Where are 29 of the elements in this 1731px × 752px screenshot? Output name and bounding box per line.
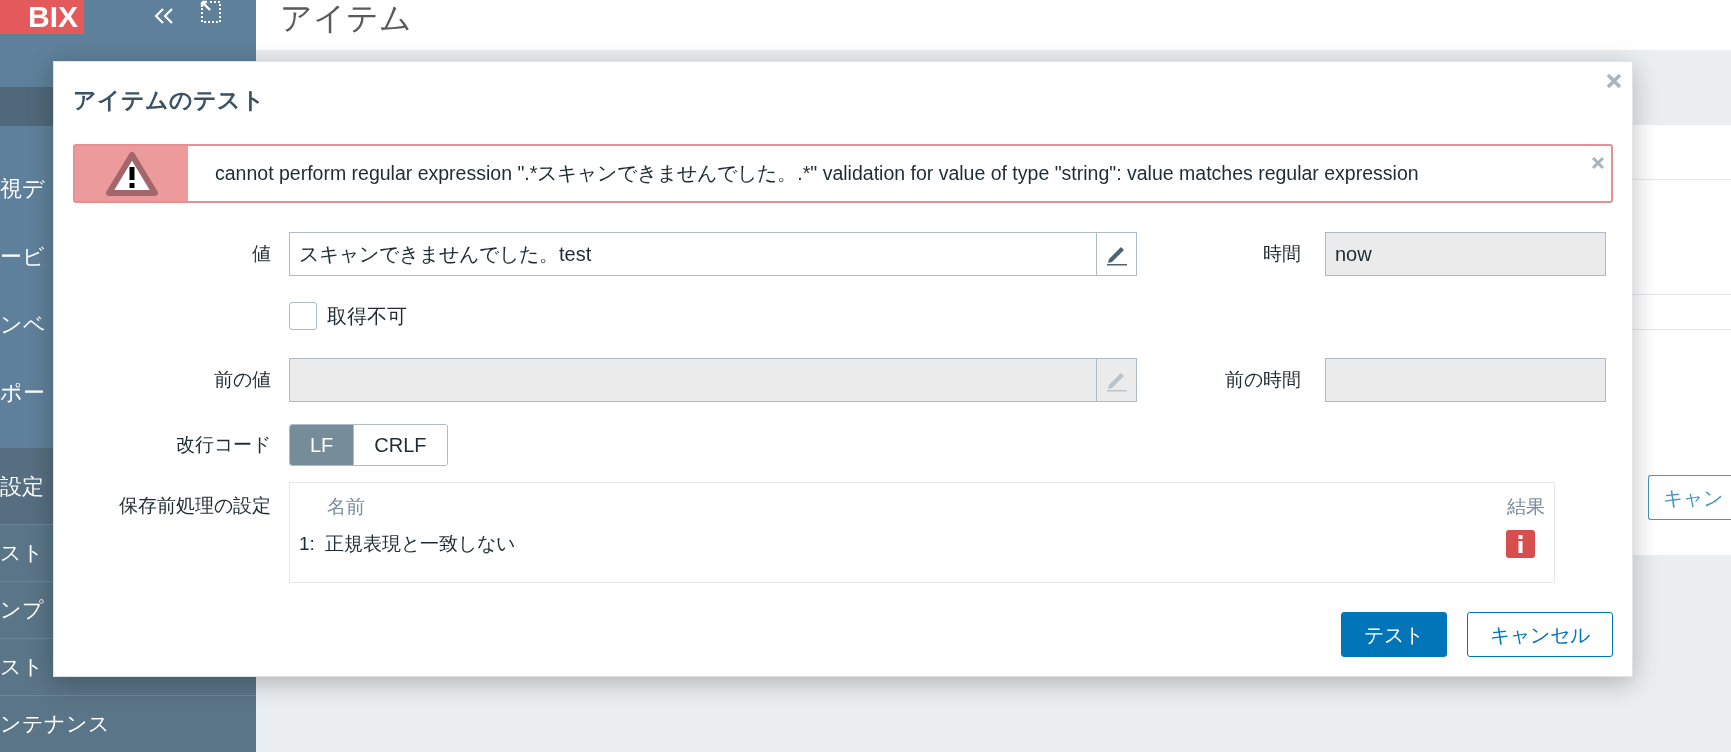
- input-field[interactable]: スキャンできませんでした。test: [289, 232, 1137, 276]
- warning-icon: [104, 150, 159, 197]
- error-message: cannot perform regular expression ".*スキャンできませんでした。.*" validation for value of type "string": value matches regular expression: [215, 160, 1419, 186]
- field-label: 改行コード: [175, 432, 271, 457]
- step-number: 1:: [299, 531, 315, 556]
- checkbox[interactable]: [289, 302, 317, 330]
- column-header: 結果: [1507, 494, 1545, 519]
- field-label: 前の値: [213, 367, 271, 392]
- page-title: アイテム: [280, 0, 412, 36]
- field-label: 時間: [1262, 241, 1301, 266]
- field-label: 前の時間: [1224, 367, 1301, 392]
- expand-icon[interactable]: [200, 0, 222, 24]
- dialog-title: アイテムのテスト: [73, 86, 266, 115]
- cancel-button[interactable]: キャン: [1648, 475, 1731, 520]
- close-icon[interactable]: [1606, 73, 1622, 89]
- collapse-icon[interactable]: [152, 7, 176, 25]
- segment-option[interactable]: LF: [290, 425, 354, 465]
- field-label: 値: [251, 241, 271, 266]
- segment-option[interactable]: CRLF: [353, 425, 447, 465]
- column-header: 名前: [327, 494, 365, 519]
- step-name: 正規表現と一致しない: [324, 531, 515, 556]
- test-button[interactable]: テスト: [1341, 612, 1447, 657]
- field-label: 保存前処理の設定: [118, 494, 271, 518]
- logo: BIX: [0, 0, 84, 34]
- checkbox-label: 取得不可: [327, 304, 407, 329]
- info-icon[interactable]: [1506, 530, 1535, 558]
- close-icon[interactable]: [1591, 156, 1605, 170]
- sidebar-subitem[interactable]: ンテナンス: [0, 695, 256, 752]
- cancel-button[interactable]: キャンセル: [1467, 612, 1613, 657]
